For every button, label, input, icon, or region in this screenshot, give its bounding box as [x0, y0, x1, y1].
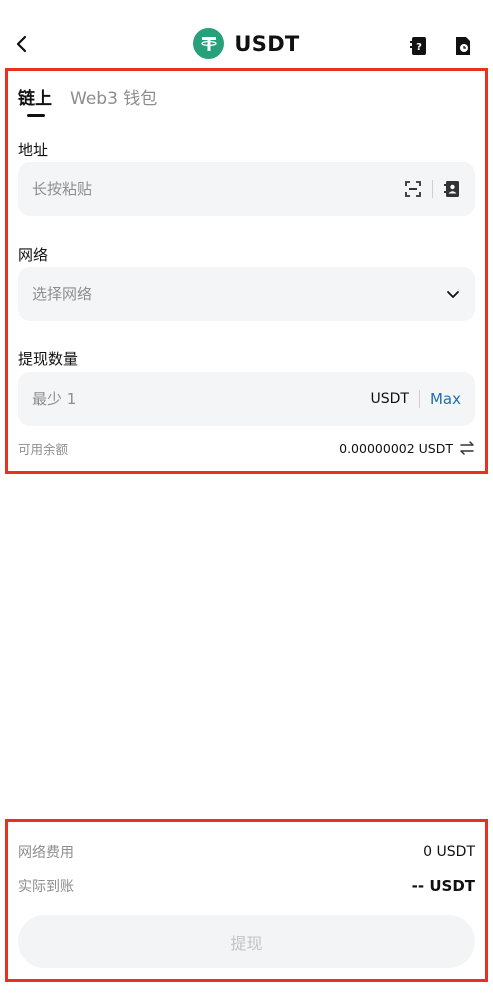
tab-bar: 链上 Web3 钱包	[18, 84, 157, 117]
network-label: 网络	[18, 246, 49, 264]
tab-web3-wallet-label: Web3 钱包	[70, 89, 158, 109]
network-fee-value: 0 USDT	[423, 844, 475, 860]
received-value: -- USDT	[411, 877, 475, 895]
network-actions	[445, 267, 461, 321]
address-placeholder: 长按粘贴	[32, 180, 93, 198]
scan-icon[interactable]	[404, 180, 422, 198]
swap-icon[interactable]	[459, 441, 475, 455]
address-book-button[interactable]: ?	[408, 35, 430, 57]
amount-actions: USDT Max	[371, 372, 461, 426]
amount-placeholder: 最少 1	[32, 390, 77, 408]
divider	[432, 180, 433, 198]
balance-value-group: 0.00000002 USDT	[339, 441, 475, 456]
active-tab-indicator	[27, 114, 45, 117]
history-button[interactable]	[452, 35, 474, 57]
tab-web3-wallet[interactable]: Web3 钱包	[70, 84, 157, 109]
withdraw-button[interactable]: 提现	[18, 915, 475, 968]
balance-value: 0.00000002 USDT	[339, 440, 453, 456]
address-book-icon: ?	[410, 37, 426, 55]
divider	[418, 390, 420, 408]
amount-unit: USDT	[370, 391, 409, 407]
max-button[interactable]: Max	[430, 390, 461, 408]
address-label: 地址	[18, 141, 49, 159]
received-label: 实际到账	[18, 879, 74, 895]
address-actions	[404, 162, 461, 216]
withdraw-button-label: 提现	[230, 933, 263, 953]
top-bar: USDT ?	[0, 22, 493, 70]
page-title: USDT	[234, 31, 300, 56]
network-select[interactable]: 选择网络	[18, 267, 475, 321]
network-fee-row: 网络费用 0 USDT	[18, 842, 475, 862]
network-fee-label: 网络费用	[18, 845, 74, 861]
tab-onchain-label: 链上	[18, 89, 52, 109]
svg-text:?: ?	[416, 42, 422, 53]
balance-label: 可用余额	[18, 441, 69, 457]
address-input[interactable]: 长按粘贴	[18, 162, 475, 216]
history-icon	[456, 37, 470, 55]
balance-row: 可用余额 0.00000002 USDT	[18, 438, 475, 458]
contacts-icon[interactable]	[443, 180, 461, 198]
chevron-down-icon	[447, 291, 459, 298]
tether-logo	[193, 28, 225, 59]
received-row: 实际到账 -- USDT	[18, 876, 475, 896]
tab-onchain[interactable]: 链上	[18, 84, 52, 117]
network-placeholder: 选择网络	[32, 285, 93, 303]
amount-input[interactable]: 最少 1 USDT Max	[18, 372, 475, 426]
amount-label: 提现数量	[18, 350, 79, 368]
